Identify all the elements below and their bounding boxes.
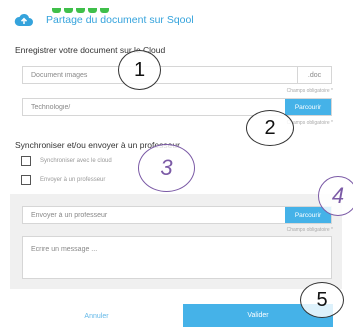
callout-1: 1 [118, 50, 161, 90]
sync-cloud-option[interactable]: Synchroniser avec le cloud [21, 156, 112, 166]
teacher-field-placeholder[interactable]: Envoyer à un professeur [23, 212, 285, 219]
callout-3: 3 [138, 144, 195, 192]
callout-5: 5 [300, 282, 344, 318]
message-textarea[interactable]: Ecrire un message ... [22, 236, 332, 279]
cloud-upload-icon [14, 13, 33, 26]
callout-2: 2 [246, 110, 294, 146]
required-hint: Champs obligatoire * [286, 88, 333, 94]
dialog-title: Partage du document sur Sqool [46, 14, 194, 26]
send-teacher-option[interactable]: Envoyer à un professeur [21, 175, 105, 185]
send-teacher-checkbox[interactable] [21, 175, 31, 185]
document-extension: .doc [297, 67, 331, 83]
send-teacher-label: Envoyer à un professeur [40, 177, 106, 183]
callout-4: 4 [318, 176, 353, 216]
browse-folder-button[interactable]: Parcourir [285, 99, 331, 115]
dialog-header: Partage du document sur Sqool [14, 9, 194, 31]
brand-logo-strip [52, 0, 122, 13]
sync-cloud-checkbox[interactable] [21, 156, 31, 166]
cancel-button[interactable]: Annuler [15, 305, 178, 327]
required-hint: Champs obligatoire * [286, 227, 333, 233]
folder-path-value[interactable]: Technologie/ [23, 104, 285, 111]
message-placeholder[interactable]: Ecrire un message ... [23, 246, 331, 253]
teacher-field[interactable]: Envoyer à un professeur Parcourir [22, 206, 332, 224]
sync-cloud-label: Synchroniser avec le cloud [40, 158, 112, 164]
document-name-field[interactable]: Document images .doc [22, 66, 332, 84]
